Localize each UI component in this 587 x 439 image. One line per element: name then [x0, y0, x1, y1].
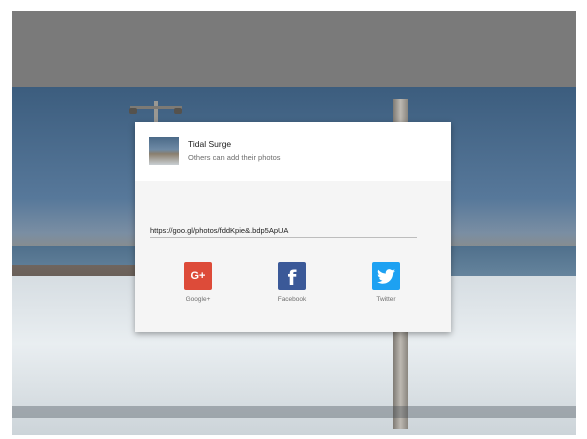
- ice-shadow: [12, 406, 576, 418]
- link-underline: [150, 237, 417, 238]
- lamp-head: [174, 108, 182, 114]
- twitter-icon: [372, 262, 400, 290]
- lamp-head: [129, 108, 137, 114]
- twitter-label: Twitter: [376, 296, 396, 303]
- share-twitter-button[interactable]: Twitter: [356, 262, 416, 303]
- google-plus-icon: G+: [184, 262, 212, 290]
- album-header: Tidal Surge Others can add their photos: [135, 122, 451, 181]
- google-plus-label: Google+: [185, 296, 211, 303]
- share-link-field[interactable]: https://goo.gl/photos/fddKpie&.bdp5ApUA: [150, 226, 417, 235]
- album-thumbnail: [149, 137, 179, 165]
- share-google-plus-button[interactable]: G+ Google+: [168, 262, 228, 303]
- dim-overlay: [12, 11, 576, 87]
- share-dialog: Tidal Surge Others can add their photos …: [135, 122, 451, 332]
- album-subtitle: Others can add their photos: [188, 153, 281, 162]
- share-facebook-button[interactable]: f Facebook: [262, 262, 322, 303]
- facebook-icon: f: [278, 262, 306, 290]
- album-title: Tidal Surge: [188, 139, 232, 149]
- facebook-label: Facebook: [277, 296, 307, 303]
